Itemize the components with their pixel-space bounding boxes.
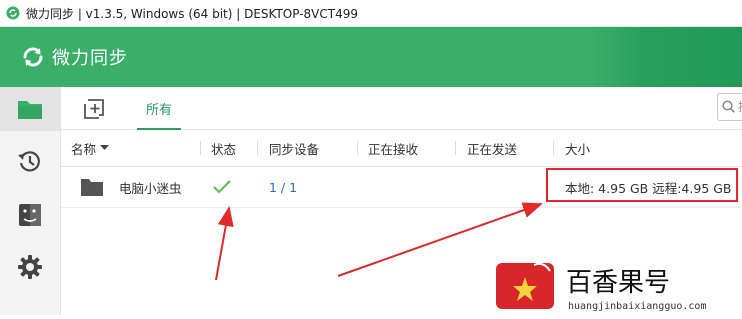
watermark-logo: 百香果号 huangjinbaixiangguo.com <box>496 262 706 312</box>
watermark-domain: huangjinbaixiangguo.com <box>568 301 706 312</box>
arrow-to-status <box>215 206 234 281</box>
watermark-title: 百香果号 <box>566 268 670 298</box>
watermark: 百香果号 huangjinbaixiangguo.com <box>496 259 742 315</box>
